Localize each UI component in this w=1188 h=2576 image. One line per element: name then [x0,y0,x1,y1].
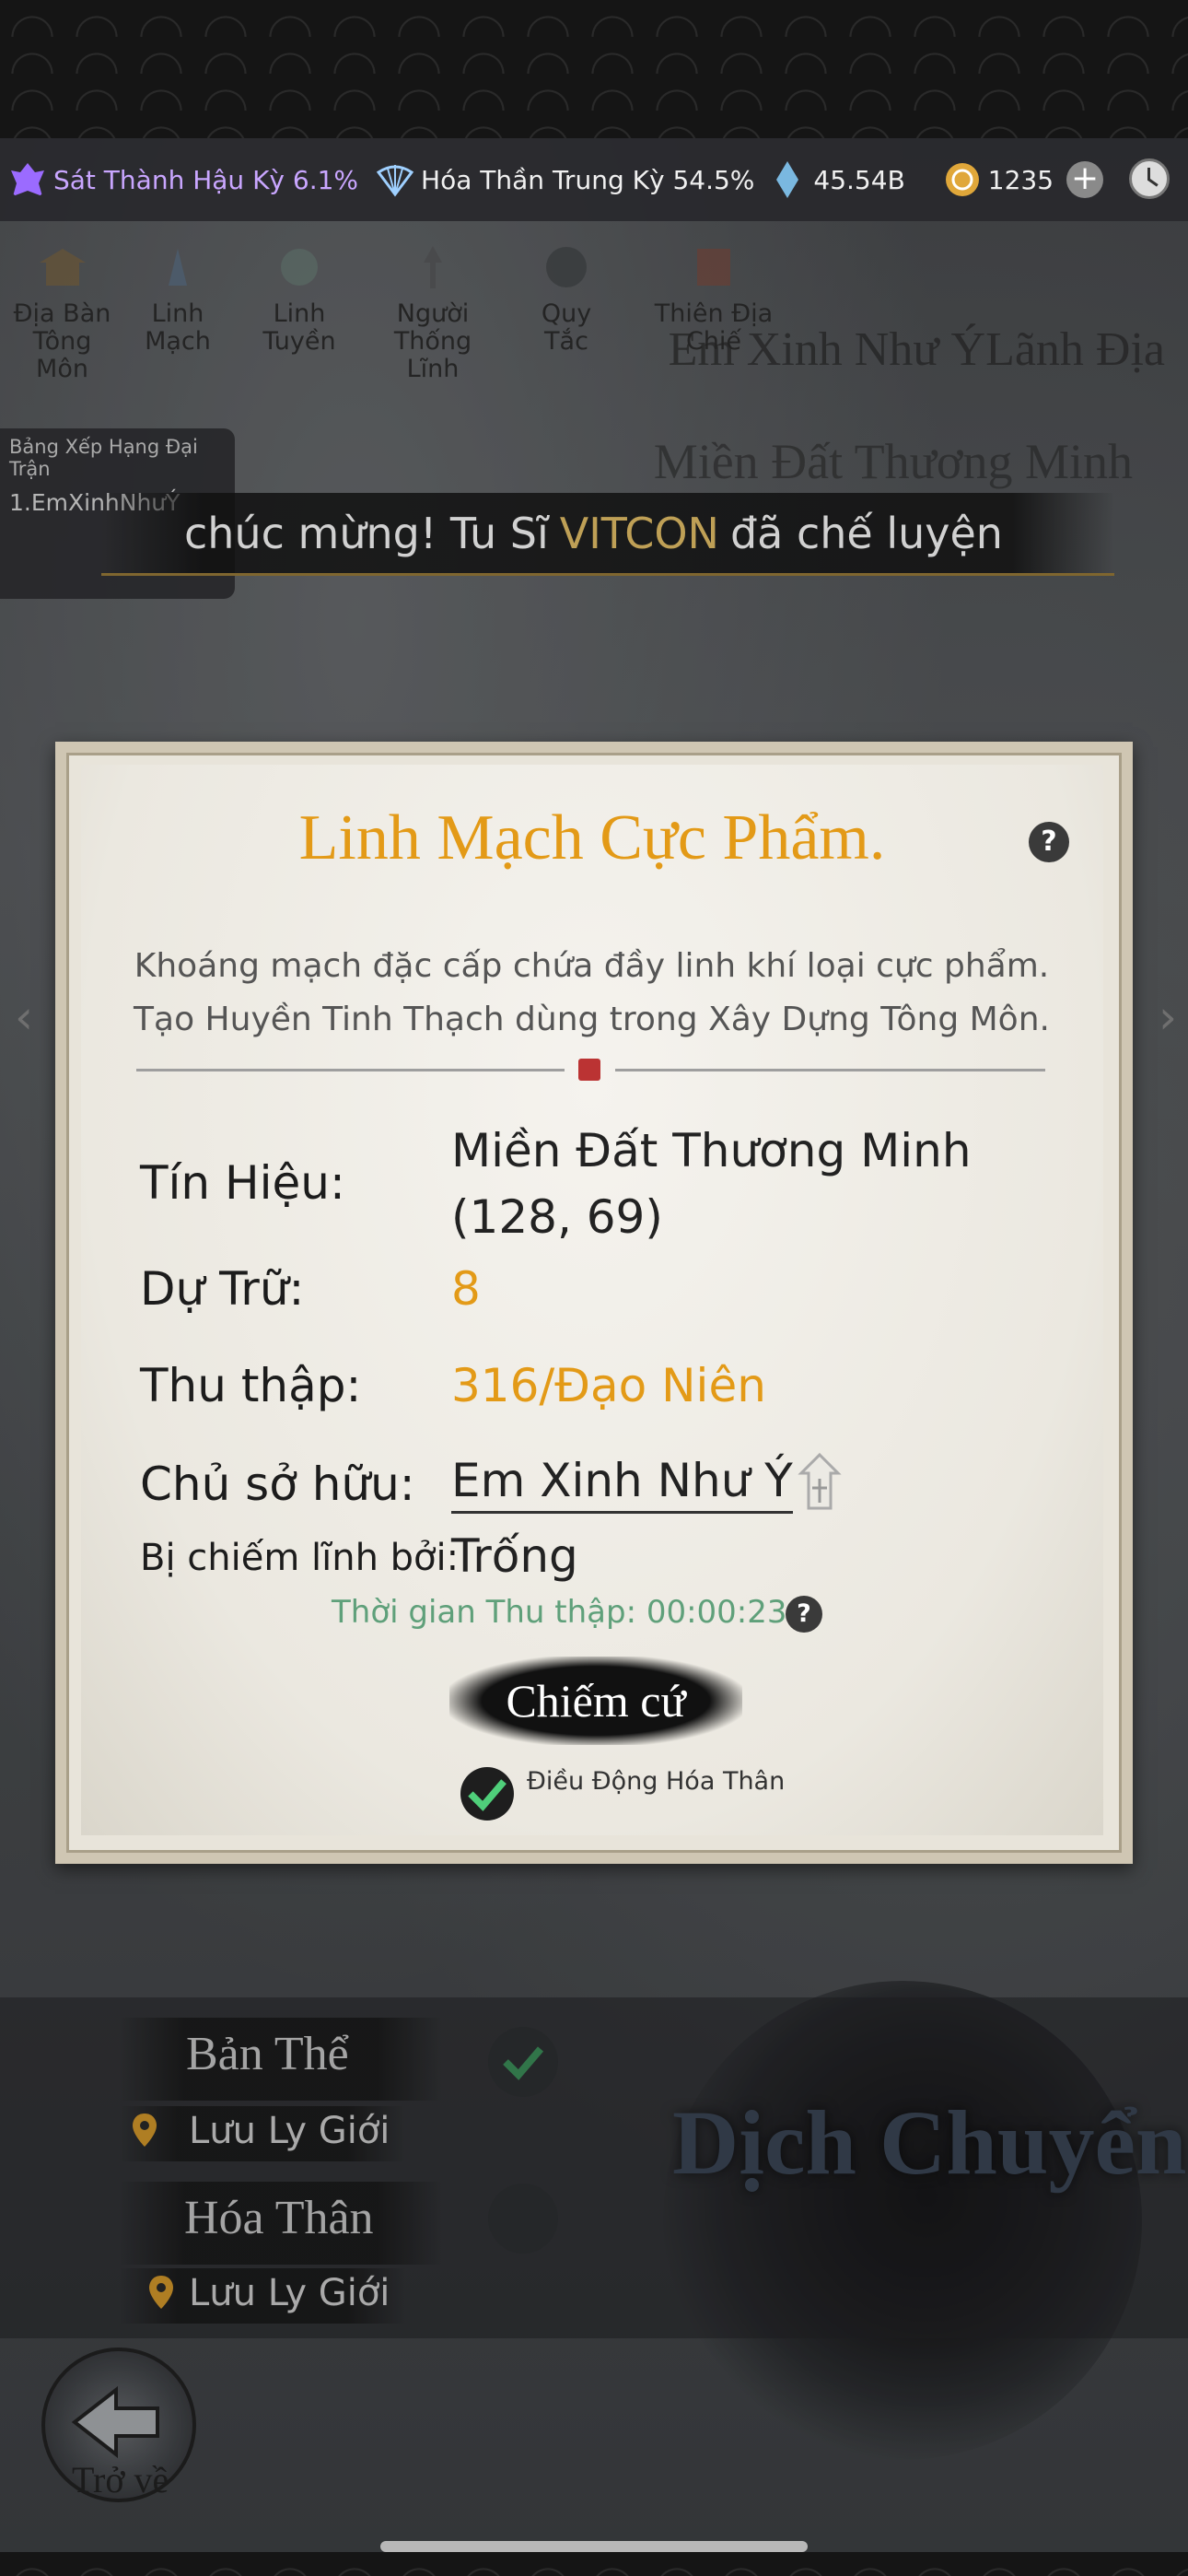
dialog-title: Linh Mạch Cực Phẩm. [298,802,886,873]
realm-stat-2: Hóa Thần Trung Kỳ 54.5% [375,159,754,200]
reserve-value: 8 [451,1262,481,1316]
collect-timer: Thời gian Thu thập: 00:00:23 [332,1594,787,1631]
dialog-desc-line2: Tạo Huyền Tinh Thạch dùng trong Xây Dựng… [134,1001,1050,1038]
add-currency-button[interactable]: + [1066,161,1104,198]
signal-value: Miền Đất Thương Minh [451,1124,972,1177]
coin-icon [945,163,979,196]
realm-purple-icon [11,163,44,196]
dialog-desc-line1: Khoáng mạch đặc cấp chứa đầy linh khí lo… [134,947,1050,985]
timer-help-icon[interactable]: ? [786,1596,822,1633]
check-icon [468,1779,507,1811]
realm-stat-2-text: Hóa Thần Trung Kỳ 54.5% [421,164,755,195]
status-bar: Sát Thành Hậu Kỳ 6.1% Hóa Thần Trung Kỳ … [0,138,1188,221]
collect-value: 316/Đạo Niên [451,1359,766,1412]
crystal-icon [776,161,799,198]
signal-label: Tín Hiệu: [140,1156,345,1210]
home-indicator[interactable] [380,2541,808,2552]
collect-label: Thu thập: [140,1359,362,1412]
seal-icon [578,1059,600,1081]
deploy-checkbox[interactable] [460,1767,514,1821]
coin-stat: 1235 + [942,159,1104,200]
fan-icon [376,165,414,197]
help-icon[interactable]: ? [1029,822,1069,862]
coin-amount: 1235 [987,164,1054,195]
owner-label: Chủ sở hữu: [140,1458,415,1511]
crystal-stat: 45.54B [767,159,905,200]
deploy-label: Điều Động Hóa Thân [527,1767,786,1796]
clock-icon[interactable] [1129,158,1170,199]
realm-stat-1-text: Sát Thành Hậu Kỳ 6.1% [53,164,359,195]
realm-stat-1: Sát Thành Hậu Kỳ 6.1% [7,159,358,200]
sect-emblem-icon[interactable] [792,1451,847,1516]
owner-value[interactable]: Em Xinh Như Ý [451,1454,793,1514]
top-pattern-band [0,0,1188,138]
occupied-label: Bị chiếm lĩnh bởi: [140,1537,460,1579]
occupied-value: Trống [451,1529,578,1583]
reserve-label: Dự Trữ: [140,1262,305,1316]
bottom-pattern-band [0,2552,1188,2576]
divider-right [615,1069,1045,1071]
crystal-amount: 45.54B [813,164,905,195]
dialog-description: Khoáng mạch đặc cấp chứa đầy linh khí lo… [92,940,1091,1047]
divider-left [136,1069,565,1071]
signal-coords[interactable]: (128, 69) [451,1190,663,1244]
occupy-button[interactable]: Chiếm cứ [449,1657,742,1745]
